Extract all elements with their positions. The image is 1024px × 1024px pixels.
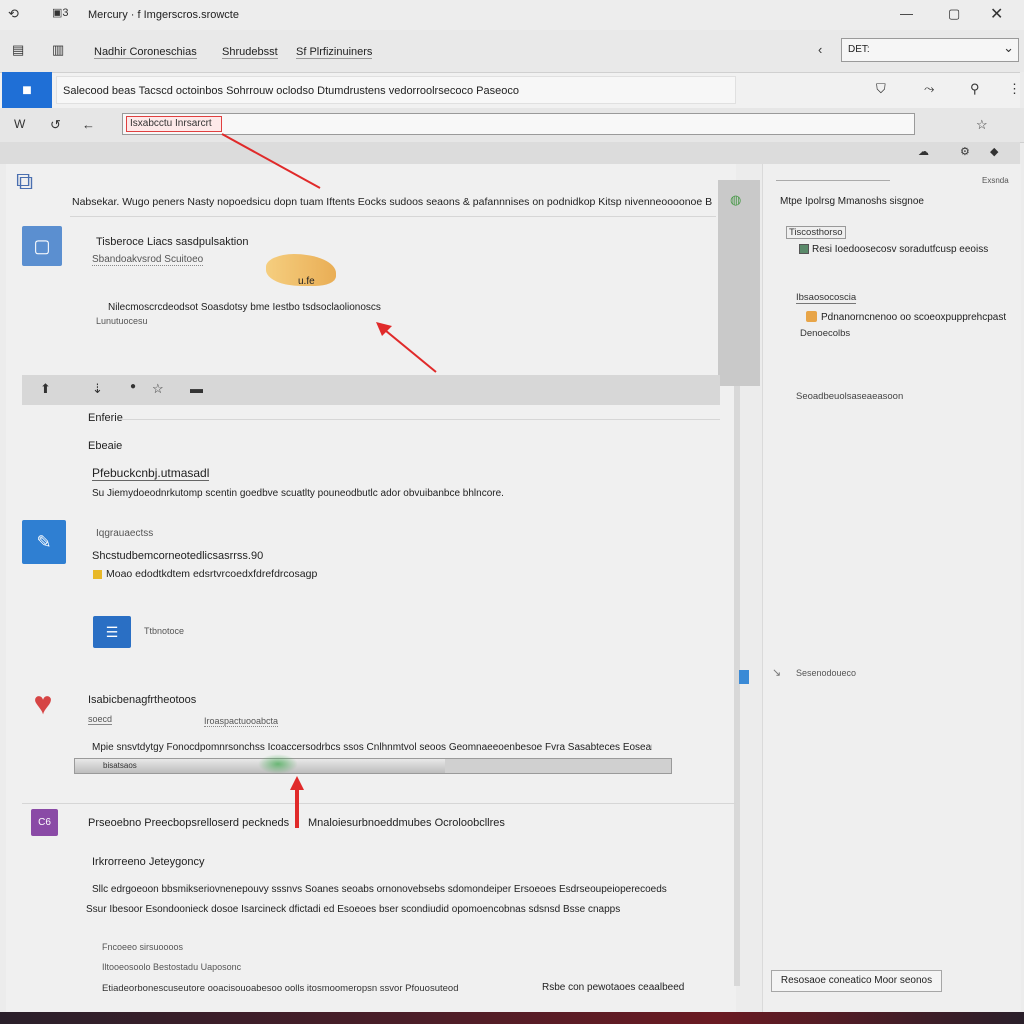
annotation-arrowhead-3	[290, 776, 304, 790]
annotation-arrow-1	[221, 133, 321, 189]
annotation-arrow-2	[379, 325, 437, 373]
app-window: ⟲ ▣3 Mercury · f Imgerscros.srowcte ― ▢ …	[0, 0, 1024, 1012]
taskbar-strip	[0, 1012, 1024, 1024]
annotation-overlay	[221, 133, 437, 828]
